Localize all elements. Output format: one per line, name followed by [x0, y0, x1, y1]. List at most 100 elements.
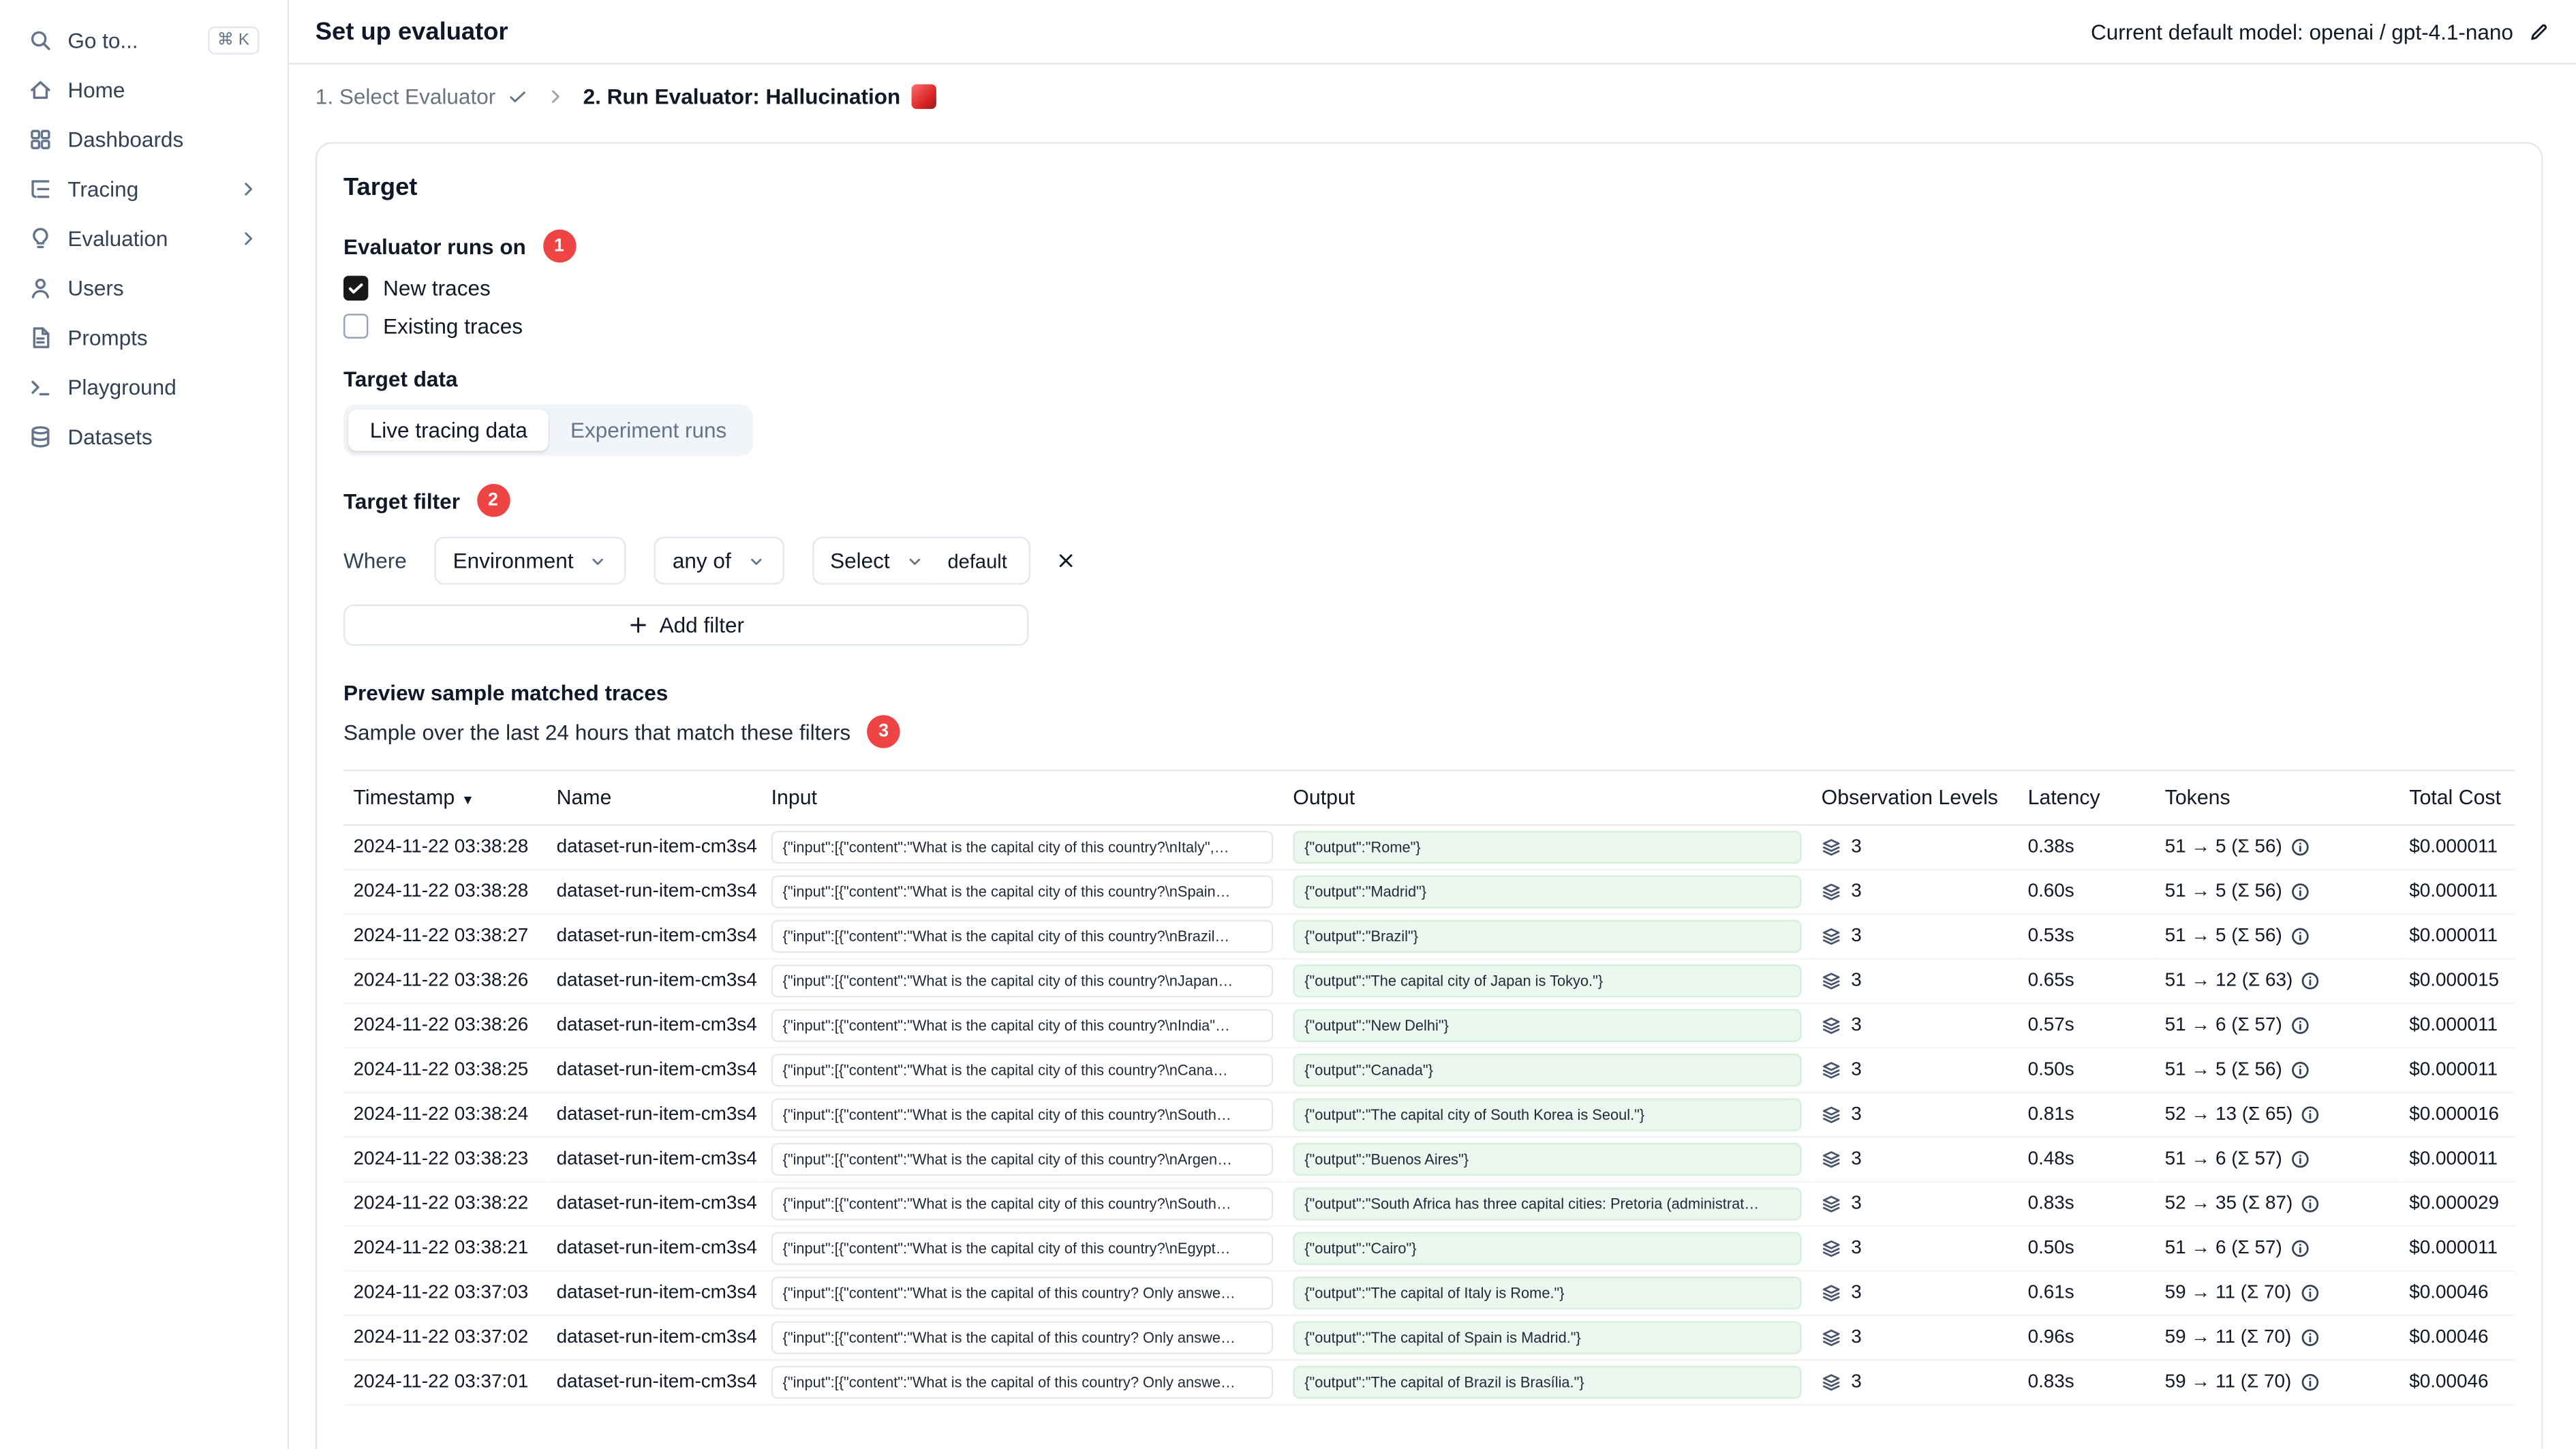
remove-filter-button[interactable] — [1055, 550, 1077, 572]
cell-timestamp: 2024-11-22 03:38:28 — [353, 837, 529, 857]
cell-total-cost: $0.00046 — [2409, 1283, 2489, 1303]
file-text-icon — [33, 327, 50, 348]
cell-name: dataset-run-item-cm3s4 — [556, 1372, 757, 1392]
cell-name: dataset-run-item-cm3s4 — [556, 1060, 757, 1080]
cell-tokens: 51 → 6 (Σ 57) — [2165, 1016, 2390, 1035]
goto-search-label: Go to... — [67, 28, 138, 53]
table-header-row: Timestamp ▼ Name Input Output Observation… — [343, 769, 2515, 826]
annotation-badge-3: 3 — [867, 715, 900, 748]
filter-value-select[interactable]: Select — [813, 538, 941, 583]
table-row[interactable]: 2024-11-22 03:38:24 dataset-run-item-cm3… — [343, 1092, 2515, 1138]
new-traces-option[interactable]: New traces — [343, 275, 2515, 301]
filter-column-select[interactable]: Environment — [434, 536, 627, 585]
sidebar-item-dashboards[interactable]: Dashboards — [16, 116, 271, 164]
cell-total-cost: $0.000011 — [2409, 1060, 2498, 1080]
tab-live-tracing-data[interactable]: Live tracing data — [348, 409, 549, 451]
info-icon[interactable] — [2299, 1373, 2319, 1392]
app-window: Go to... ⌘ K Home Dashboards Tracing Eva… — [0, 0, 2576, 1449]
info-icon[interactable] — [2290, 1061, 2310, 1080]
cell-tokens: 59 → 11 (Σ 70) — [2165, 1328, 2390, 1347]
sidebar: Go to... ⌘ K Home Dashboards Tracing Eva… — [0, 0, 290, 1449]
preview-title: Preview sample matched traces — [343, 680, 669, 705]
table-row[interactable]: 2024-11-22 03:38:28 dataset-run-item-cm3… — [343, 869, 2515, 915]
table-row[interactable]: 2024-11-22 03:37:03 dataset-run-item-cm3… — [343, 1270, 2515, 1317]
info-icon[interactable] — [2290, 926, 2310, 946]
table-row[interactable]: 2024-11-22 03:37:01 dataset-run-item-cm3… — [343, 1360, 2515, 1406]
sidebar-item-label: Evaluation — [67, 226, 168, 251]
cell-observation-levels: 3 — [1822, 1105, 2008, 1125]
cell-name: dataset-run-item-cm3s4 — [556, 881, 757, 902]
cell-timestamp: 2024-11-22 03:38:23 — [353, 1149, 529, 1170]
tab-experiment-runs[interactable]: Experiment runs — [549, 410, 748, 451]
cell-total-cost: $0.000016 — [2409, 1105, 2500, 1125]
output-cell: {"output":"The capital city of Japan is … — [1293, 964, 1802, 998]
step-label: 1. Select Evaluator — [315, 84, 496, 109]
table-row[interactable]: 2024-11-22 03:38:28 dataset-run-item-cm3… — [343, 825, 2515, 870]
info-icon[interactable] — [2301, 1194, 2320, 1214]
cell-timestamp: 2024-11-22 03:38:26 — [353, 971, 529, 991]
plus-icon — [631, 617, 647, 633]
cell-total-cost: $0.000011 — [2409, 837, 2498, 857]
chevron-down-icon — [909, 558, 920, 564]
step-run-evaluator[interactable]: 2. Run Evaluator: Hallucination — [583, 84, 937, 109]
info-icon[interactable] — [2290, 882, 2310, 902]
sidebar-item-playground[interactable]: Playground — [16, 363, 271, 411]
cell-observation-levels: 3 — [1822, 1283, 2008, 1303]
existing-traces-option[interactable]: Existing traces — [343, 314, 2515, 339]
output-cell: {"output":"South Africa has three capita… — [1293, 1187, 1802, 1221]
sidebar-item-label: Users — [67, 275, 124, 301]
cell-timestamp: 2024-11-22 03:38:25 — [353, 1060, 529, 1080]
table-row[interactable]: 2024-11-22 03:38:21 dataset-run-item-cm3… — [343, 1226, 2515, 1272]
sidebar-item-prompts[interactable]: Prompts — [16, 314, 271, 361]
table-row[interactable]: 2024-11-22 03:38:23 dataset-run-item-cm3… — [343, 1137, 2515, 1183]
checkbox-label: New traces — [383, 275, 491, 301]
cell-total-cost: $0.000011 — [2409, 1149, 2498, 1170]
sidebar-item-users[interactable]: Users — [16, 264, 271, 312]
step-select-evaluator[interactable]: 1. Select Evaluator — [316, 85, 529, 109]
info-icon[interactable] — [2301, 1105, 2320, 1125]
sidebar-item-tracing[interactable]: Tracing — [16, 165, 271, 213]
hallucination-evaluator-icon — [912, 84, 937, 109]
info-icon[interactable] — [2299, 1283, 2319, 1303]
cell-latency: 0.60s — [2027, 881, 2074, 902]
layers-icon — [1822, 973, 1840, 990]
table-row[interactable]: 2024-11-22 03:38:25 dataset-run-item-cm3… — [343, 1048, 2515, 1094]
new-traces-checkbox[interactable] — [343, 275, 369, 301]
column-header-timestamp[interactable]: Timestamp ▼ — [343, 769, 547, 826]
table-row[interactable]: 2024-11-22 03:38:26 dataset-run-item-cm3… — [343, 1003, 2515, 1049]
preview-subtitle: Sample over the last 24 hours that match… — [343, 719, 851, 744]
info-icon[interactable] — [2290, 1016, 2310, 1035]
sidebar-item-datasets[interactable]: Datasets — [16, 413, 271, 461]
cell-name: dataset-run-item-cm3s4 — [556, 1328, 757, 1348]
input-cell: {"input":[{"content":"What is the capita… — [771, 1053, 1274, 1087]
annotation-badge-1: 1 — [542, 229, 576, 263]
sidebar-item-home[interactable]: Home — [16, 66, 271, 114]
info-icon[interactable] — [2290, 1238, 2310, 1258]
cell-timestamp: 2024-11-22 03:37:03 — [353, 1283, 529, 1303]
sidebar-item-label: Datasets — [67, 424, 153, 450]
output-cell: {"output":"Cairo"} — [1293, 1232, 1802, 1266]
info-icon[interactable] — [2290, 1149, 2310, 1169]
edit-pencil-icon[interactable] — [2528, 20, 2550, 42]
goto-search[interactable]: Go to... ⌘ K — [16, 16, 271, 64]
info-icon[interactable] — [2290, 838, 2310, 857]
layers-icon — [1822, 1240, 1840, 1257]
step-label: 2. Run Evaluator: Hallucination — [583, 84, 901, 109]
table-row[interactable]: 2024-11-22 03:38:27 dataset-run-item-cm3… — [343, 914, 2515, 960]
target-filter-label-row: Target filter 2 — [343, 483, 2515, 517]
filter-operator-select[interactable]: any of — [654, 536, 784, 585]
wizard-steps: 1. Select Evaluator 2. Run Evaluator: Ha… — [289, 65, 2576, 129]
existing-traces-checkbox[interactable] — [343, 314, 369, 339]
info-icon[interactable] — [2299, 1328, 2319, 1347]
default-model-label: Current default model: openai / gpt-4.1-… — [2091, 18, 2513, 44]
cell-total-cost: $0.000011 — [2409, 1238, 2498, 1259]
table-row[interactable]: 2024-11-22 03:38:26 dataset-run-item-cm3… — [343, 958, 2515, 1005]
input-cell: {"input":[{"content":"What is the capita… — [771, 1277, 1274, 1310]
sidebar-item-evaluation[interactable]: Evaluation — [16, 215, 271, 262]
add-filter-button[interactable]: Add filter — [343, 604, 1029, 646]
table-row[interactable]: 2024-11-22 03:37:02 dataset-run-item-cm3… — [343, 1315, 2515, 1361]
runs-on-label-row: Evaluator runs on 1 — [343, 229, 2515, 263]
table-row[interactable]: 2024-11-22 03:38:22 dataset-run-item-cm3… — [343, 1181, 2515, 1227]
info-icon[interactable] — [2301, 971, 2320, 991]
cell-name: dataset-run-item-cm3s4 — [556, 926, 757, 947]
